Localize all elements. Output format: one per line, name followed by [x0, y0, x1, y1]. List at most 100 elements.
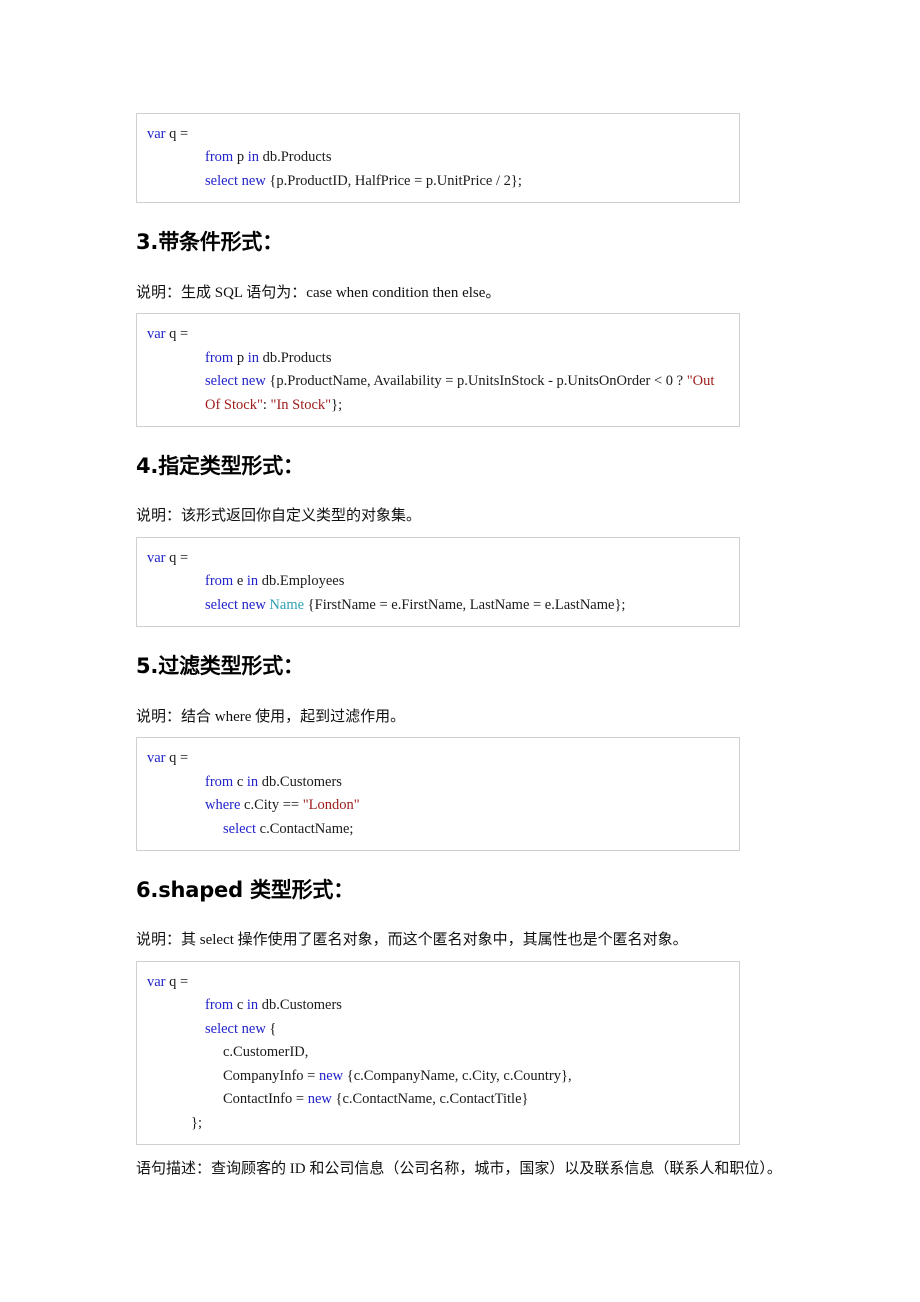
code-token-plain: q =	[165, 973, 189, 990]
code-block-4: var q = from e in db.Employees select new …	[136, 536, 740, 628]
code-line: CompanyInfo = new {c.CompanyName, c.City…	[147, 1065, 733, 1088]
code-token-kw: in	[247, 149, 259, 166]
code-token-kw: var	[147, 549, 166, 566]
code-line: var q =	[147, 747, 733, 770]
code-token-plain: db.Customers	[258, 773, 342, 790]
document-page: var q = from p in db.Products select new {…	[0, 0, 920, 1302]
code-line: };	[147, 1112, 733, 1135]
code-token-kw: new	[307, 1091, 332, 1108]
section-description-3: 说明：生成 SQL 语句为：case when condition then e…	[136, 284, 501, 301]
code-line: var q =	[147, 123, 733, 146]
code-token-plain: db.Employees	[258, 573, 345, 590]
code-line: from p in db.Products	[147, 146, 733, 169]
code-line: var q =	[147, 547, 733, 570]
code-token-kw: from	[205, 149, 234, 166]
code-token-kw: from	[205, 997, 234, 1014]
code-block-3: var q = from p in db.Products select new {…	[136, 313, 740, 428]
code-token-plain: {c.ContactName, c.ContactTitle}	[331, 1091, 529, 1108]
code-token-kw: select new	[205, 1020, 266, 1037]
top-margin-spacer	[136, 0, 790, 113]
code-token-kw: select new	[205, 373, 266, 390]
code-token-kw: where	[205, 797, 241, 814]
code-token-plain: c.CustomerID,	[223, 1044, 309, 1061]
code-line: from c in db.Customers	[147, 994, 733, 1017]
code-token-kw: from	[205, 773, 234, 790]
code-token-plain: CompanyInfo =	[223, 1067, 319, 1084]
code-token-kw: var	[147, 126, 166, 142]
code-line: select new {p.ProductID, HalfPrice = p.U…	[147, 170, 733, 193]
code-token-kw: new	[318, 1067, 344, 1084]
section-heading-5: 5.过滤类型形式：	[136, 654, 304, 679]
code-token-kw: in	[246, 997, 259, 1014]
code-line: from e in db.Employees	[147, 570, 733, 593]
code-token-plain: q =	[165, 326, 189, 343]
code-token-kw: select	[223, 820, 257, 837]
code-line: var q =	[147, 323, 733, 346]
code-line: where c.City == "London"	[147, 794, 733, 817]
code-line: select new {p.ProductName, Availability …	[147, 370, 733, 417]
code-token-plain: {FirstName = e.FirstName, LastName = e.L…	[304, 596, 626, 613]
code-token-plain: db.Customers	[258, 997, 342, 1014]
code-token-kw: select new	[205, 596, 266, 613]
code-token-plain: {c.CompanyName, c.City, c.Country},	[343, 1067, 572, 1084]
section-description-5: 说明：结合 where 使用，起到过滤作用。	[136, 708, 406, 725]
section-footnote-6: 语句描述：查询顾客的 ID 和公司信息（公司名称，城市，国家）以及联系信息（联系…	[136, 1161, 782, 1178]
code-line: from c in db.Customers	[147, 771, 733, 794]
code-token-plain: c	[233, 773, 247, 790]
code-token-plain: q =	[165, 126, 189, 142]
code-token-plain: q =	[165, 549, 189, 566]
code-line: var q =	[147, 971, 733, 994]
code-token-plain: c	[233, 997, 247, 1014]
code-block-5: var q = from c in db.Customers where c.Cit…	[136, 737, 740, 852]
section-description-4: 说明：该形式返回你自定义类型的对象集。	[136, 508, 422, 525]
code-token-kw: var	[147, 973, 166, 990]
code-token-plain: db.Products	[258, 349, 332, 366]
section-description-6: 说明：其 select 操作使用了匿名对象，而这个匿名对象中，其属性也是个匿名对…	[136, 932, 688, 949]
code-token-plain: c.ContactName;	[256, 820, 354, 837]
code-token-str: "London"	[302, 797, 360, 814]
code-token-kw: from	[205, 573, 234, 590]
code-token-kw: var	[147, 750, 166, 767]
code-token-plain: {p.ProductName, Availability = p.UnitsIn…	[265, 373, 687, 390]
code-token-plain: e	[233, 573, 247, 590]
code-line: ContactInfo = new {c.ContactName, c.Cont…	[147, 1088, 733, 1111]
section-heading-3: 3.带条件形式：	[136, 230, 283, 255]
code-token-kw: in	[246, 773, 259, 790]
code-token-plain: p	[233, 349, 248, 366]
code-token-plain: q =	[165, 750, 189, 767]
code-token-plain: db.Products	[258, 149, 332, 166]
code-token-kw: from	[205, 349, 234, 366]
section-heading-6: 6.shaped 类型形式：	[136, 878, 355, 903]
code-token-kw: select new	[205, 172, 266, 189]
section-heading-4: 4.指定类型形式：	[136, 454, 304, 479]
code-token-plain: c.City ==	[240, 797, 303, 814]
code-block-0: var q = from p in db.Products select new {…	[136, 113, 740, 204]
code-token-kw: var	[147, 326, 166, 343]
code-line: select new Name {FirstName = e.FirstName…	[147, 594, 733, 617]
code-token-plain: };	[331, 396, 343, 413]
code-block-6: var q = from c in db.Customers select new …	[136, 960, 740, 1146]
code-line: c.CustomerID,	[147, 1041, 733, 1064]
code-token-plain: };	[191, 1114, 202, 1131]
code-token-plain: {p.ProductID, HalfPrice = p.UnitPrice / …	[265, 172, 522, 189]
code-token-plain: ContactInfo =	[223, 1091, 308, 1108]
code-token-plain: p	[233, 149, 248, 166]
code-token-kw: in	[247, 349, 259, 366]
code-token-plain: {	[265, 1020, 277, 1037]
code-line: select c.ContactName;	[147, 818, 733, 841]
code-token-kw: in	[246, 573, 259, 590]
code-line: from p in db.Products	[147, 347, 733, 370]
